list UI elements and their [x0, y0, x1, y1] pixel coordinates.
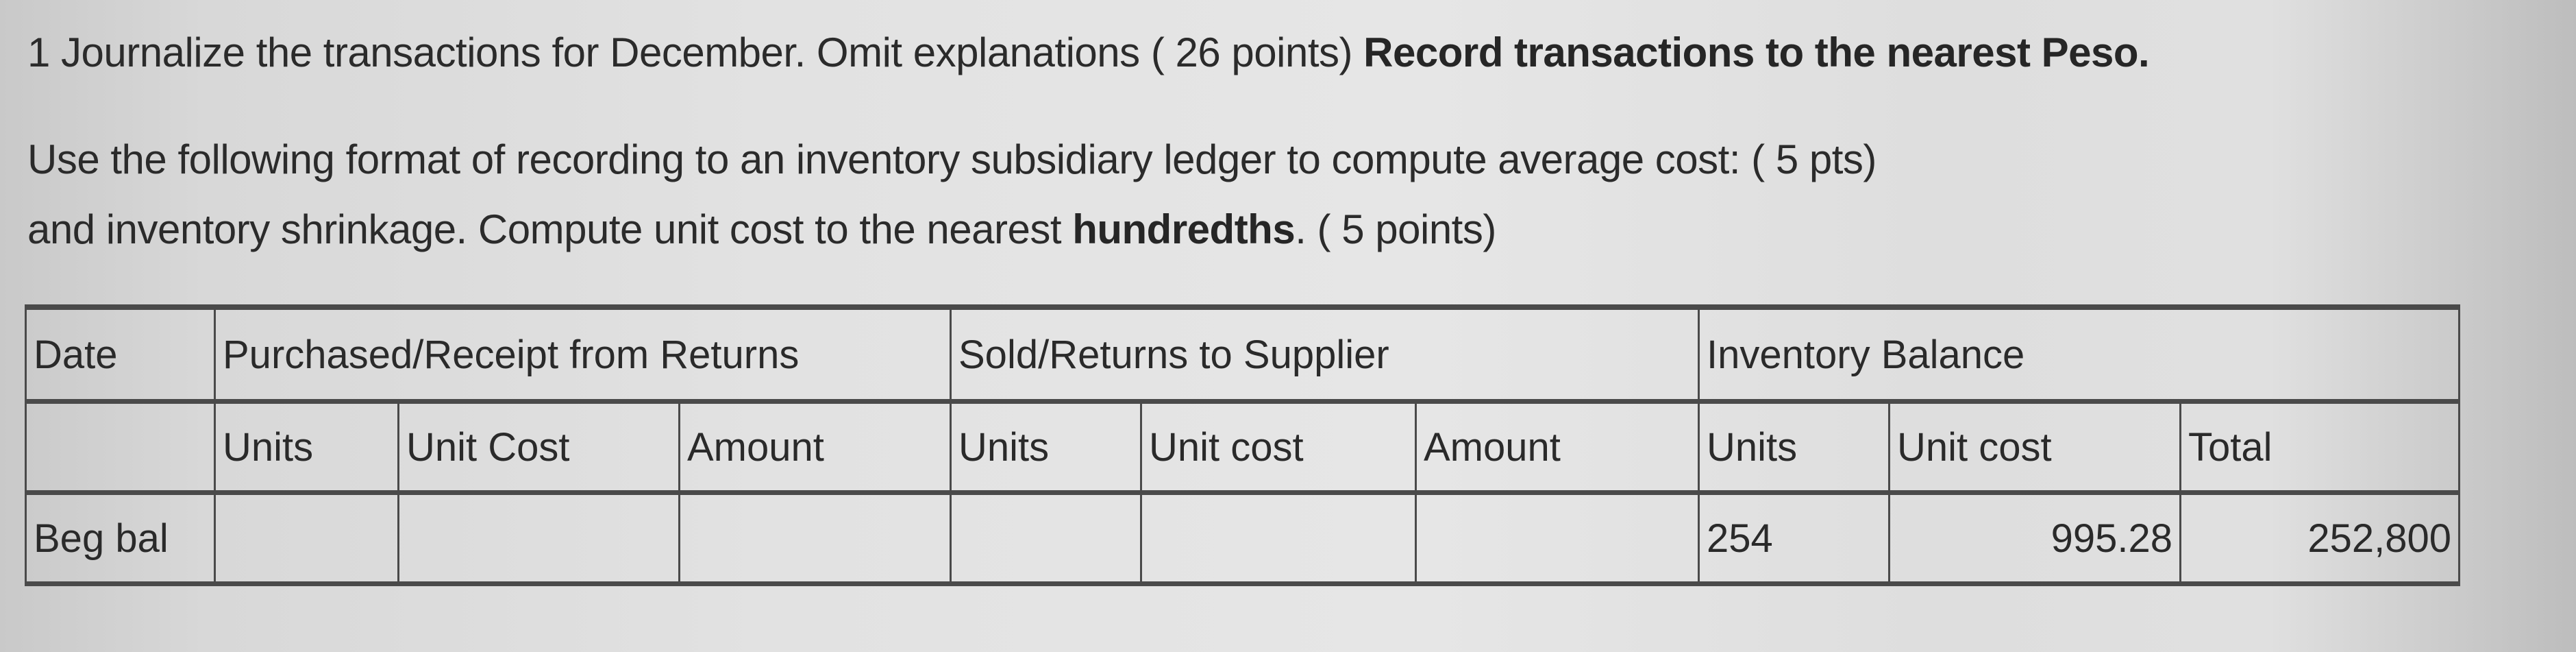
sub-header-balance-total: Total — [2179, 400, 2461, 495]
cell-balance-total: 252,800 — [2179, 492, 2461, 586]
cell-purchased-unit-cost[interactable] — [397, 492, 680, 586]
sub-header-date-blank — [25, 400, 216, 495]
header-sold: Sold/Returns to Supplier — [949, 304, 1700, 404]
instruction-journalize: 1 Journalize the transactions for Decemb… — [27, 29, 2150, 76]
header-date: Date — [25, 304, 216, 404]
sub-header-purchased-unit-cost: Unit Cost — [397, 400, 680, 495]
instruction-journalize-text: 1 Journalize the transactions for Decemb… — [27, 29, 1364, 75]
cell-balance-units: 254 — [1698, 492, 1891, 586]
inventory-ledger-table: Date Purchased/Receipt from Returns Sold… — [25, 304, 2461, 586]
group-header-row: Date Purchased/Receipt from Returns Sold… — [25, 304, 2461, 404]
sub-header-row: Units Unit Cost Amount Units Unit cost A… — [25, 400, 2461, 495]
sub-header-sold-amount: Amount — [1414, 400, 1700, 495]
table-row: Beg bal 254 995.28 252,800 — [25, 492, 2461, 586]
sub-header-purchased-amount: Amount — [678, 400, 952, 495]
instruction-shrinkage-bold: hundredths — [1072, 206, 1296, 252]
instruction-shrinkage-points: . ( 5 points) — [1295, 206, 1496, 252]
instruction-format: Use the following format of recording to… — [27, 136, 1877, 182]
cell-sold-unit-cost[interactable] — [1140, 492, 1417, 586]
sub-header-sold-unit-cost: Unit cost — [1140, 400, 1417, 495]
instruction-shrinkage-text: and inventory shrinkage. Compute unit co… — [27, 206, 1073, 252]
cell-purchased-units[interactable] — [214, 492, 399, 586]
instruction-shrinkage: and inventory shrinkage. Compute unit co… — [27, 206, 1496, 253]
instruction-journalize-bold: Record transactions to the nearest Peso. — [1363, 29, 2150, 75]
sub-header-balance-unit-cost: Unit cost — [1888, 400, 2182, 495]
cell-sold-amount[interactable] — [1414, 492, 1700, 586]
sub-header-purchased-units: Units — [214, 400, 399, 495]
cell-sold-units[interactable] — [950, 492, 1142, 586]
sub-header-balance-units: Units — [1698, 400, 1891, 495]
header-purchased: Purchased/Receipt from Returns — [214, 304, 952, 404]
document-page: 1 Journalize the transactions for Decemb… — [0, 0, 2576, 652]
cell-date: Beg bal — [25, 492, 216, 586]
header-inventory-balance: Inventory Balance — [1698, 304, 2461, 404]
sub-header-sold-units: Units — [950, 400, 1142, 495]
cell-purchased-amount[interactable] — [678, 492, 952, 586]
cell-balance-unit-cost: 995.28 — [1888, 492, 2182, 586]
